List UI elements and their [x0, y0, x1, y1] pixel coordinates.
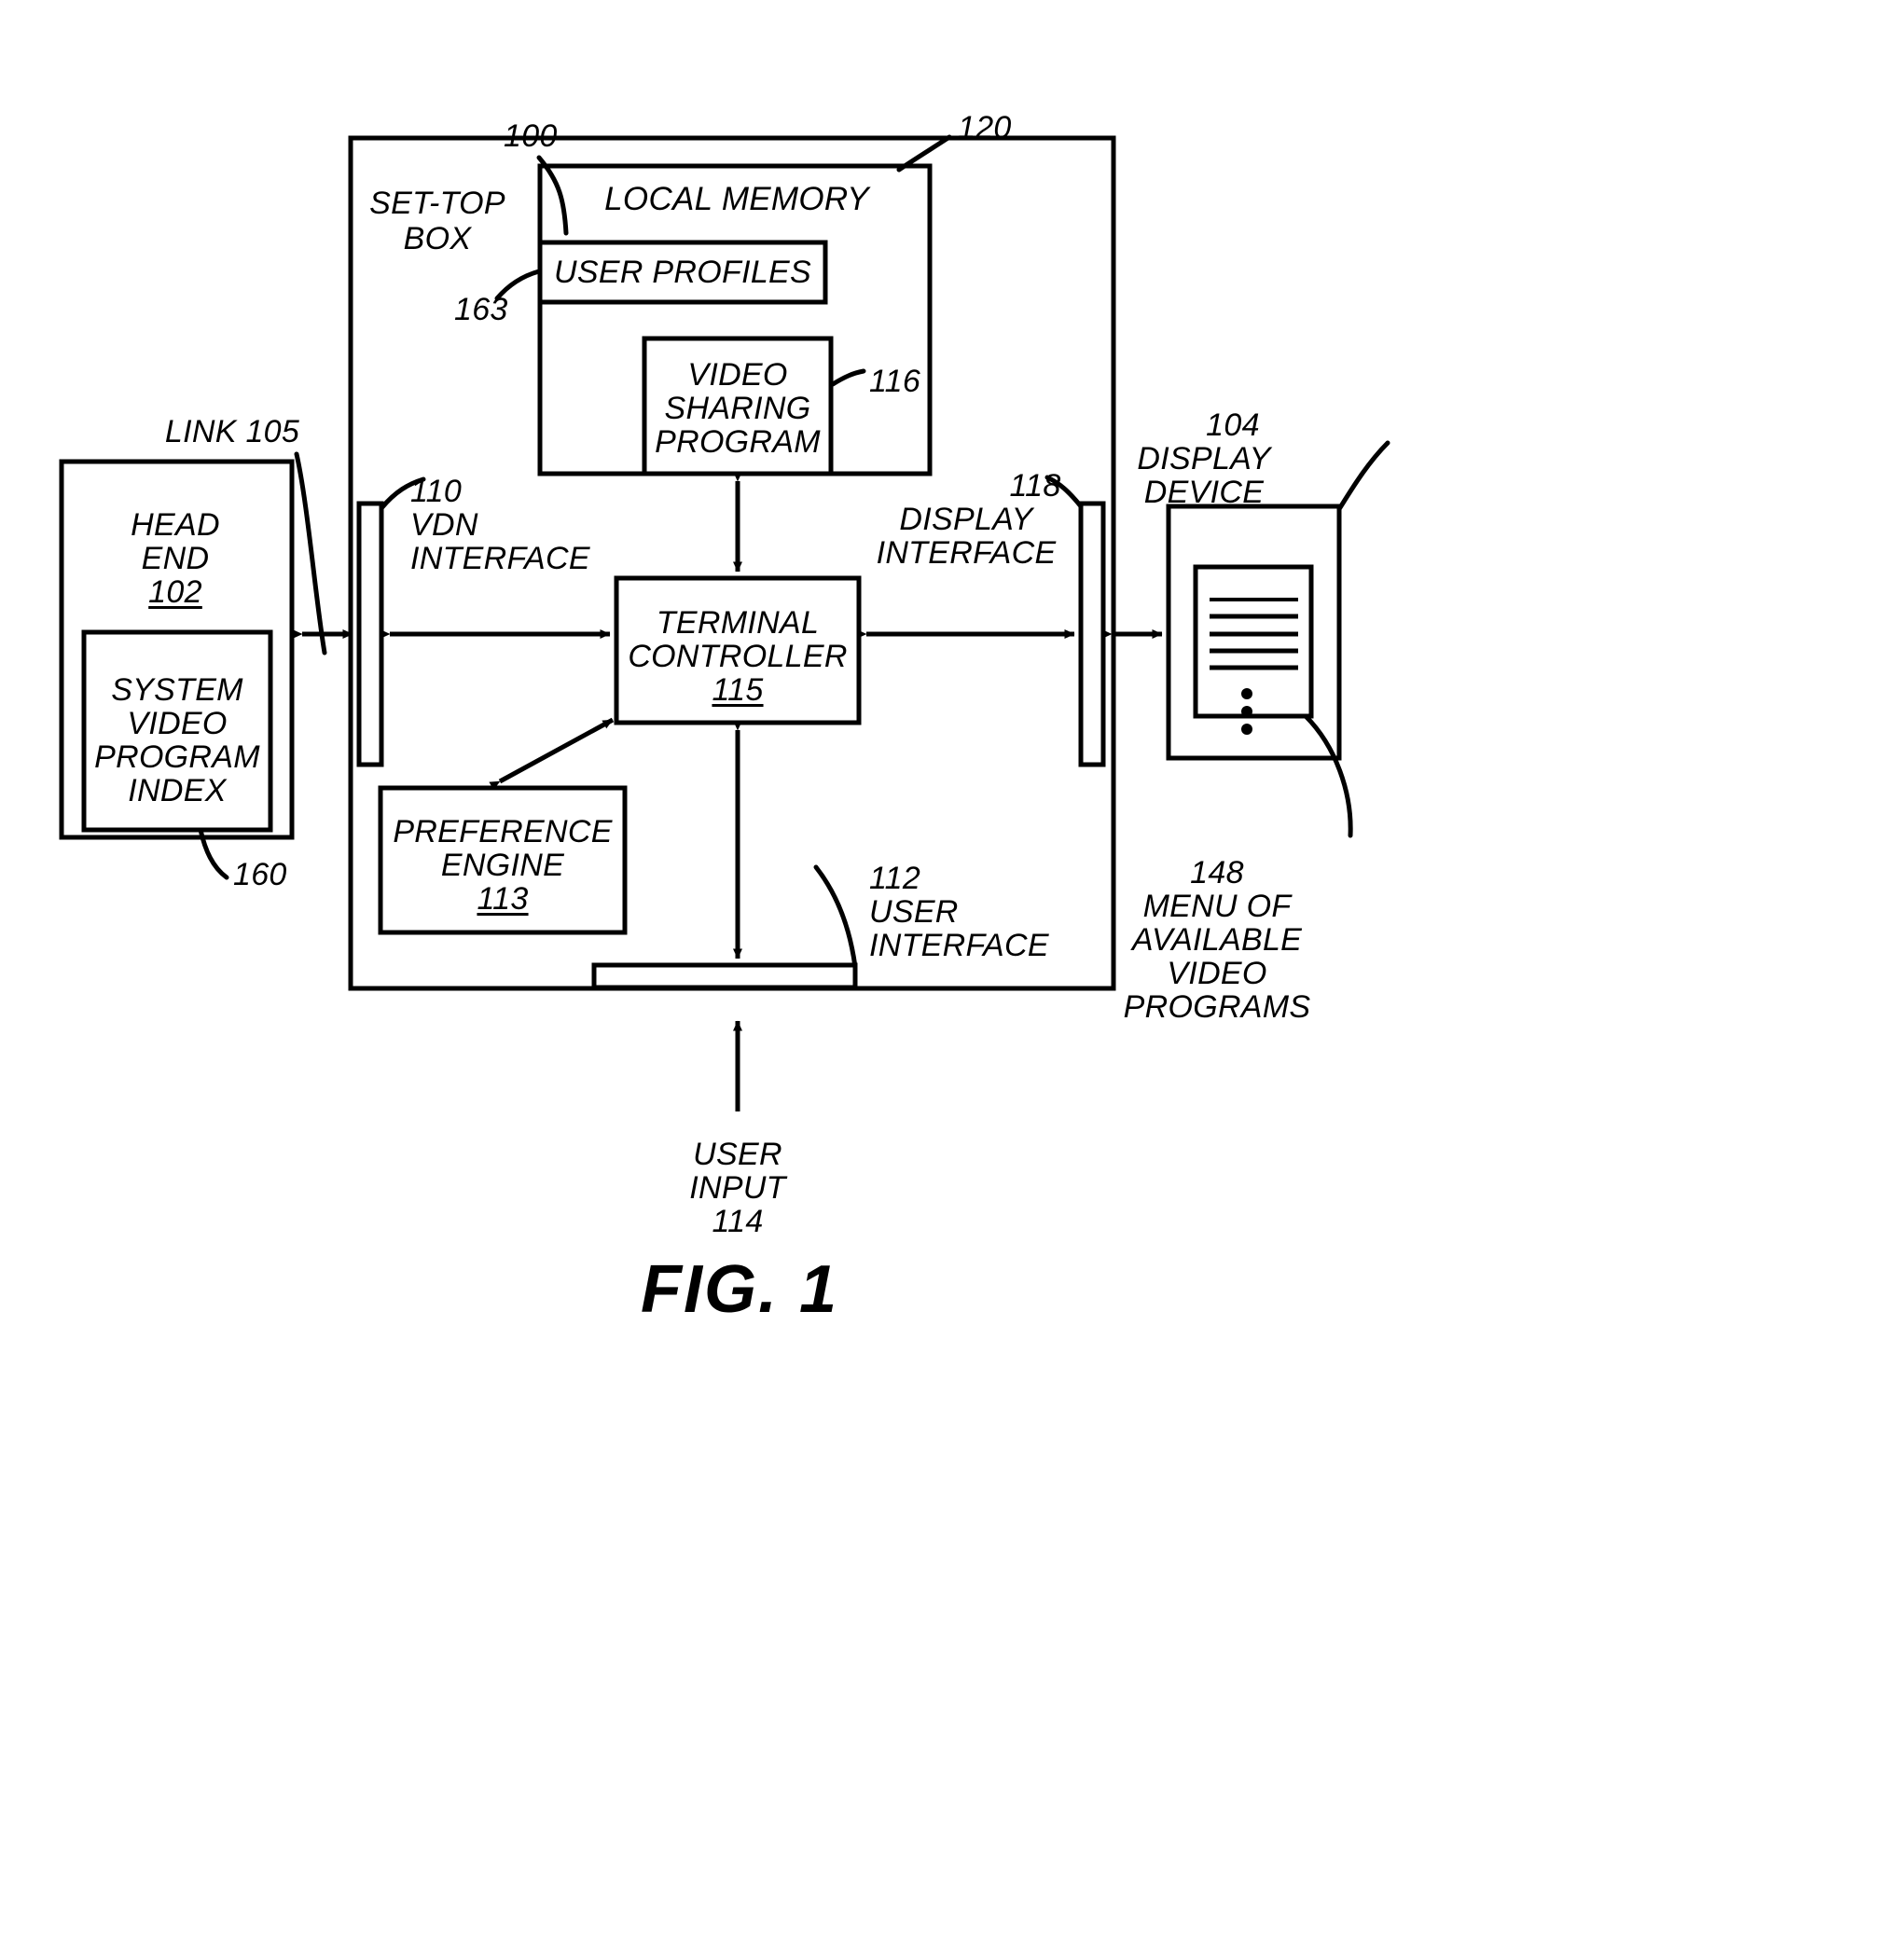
system-video-program-index-line4: INDEX — [128, 773, 227, 808]
ref-120-label: 120 — [958, 110, 1012, 145]
user-profiles-label: USER PROFILES — [554, 255, 811, 290]
display-interface-line2: INTERFACE — [876, 535, 1057, 571]
set-top-box-label-line1: SET-TOP — [369, 186, 505, 221]
user-interface-line2: INTERFACE — [869, 928, 1049, 963]
vdn-interface-line2: INTERFACE — [410, 541, 590, 576]
ref-102-label: 102 — [148, 574, 202, 610]
ref-160-label: 160 — [233, 857, 287, 892]
ref-116-label: 116 — [869, 364, 921, 399]
ref-113-label: 113 — [477, 881, 529, 917]
video-sharing-program-line3: PROGRAM — [655, 424, 821, 460]
diagram-lines — [59, 134, 1390, 1111]
ref-115-label: 115 — [712, 672, 764, 708]
set-top-box-label-line2: BOX — [403, 221, 472, 256]
local-memory-label: LOCAL MEMORY — [604, 181, 869, 217]
ref-114-label: 114 — [712, 1204, 764, 1239]
ref-163-label: 163 — [454, 292, 508, 327]
link-105-label: LINK 105 — [164, 414, 300, 449]
figure-caption: FIG. 1 — [640, 1252, 839, 1327]
menu-line4: PROGRAMS — [1123, 989, 1311, 1025]
ref-100-label: 100 — [504, 118, 558, 154]
display-device-line2: DEVICE — [1143, 475, 1265, 510]
patent-figure-1: 100 120 SET-TOP BOX LOCAL MEMORY USER PR… — [0, 0, 1895, 1960]
